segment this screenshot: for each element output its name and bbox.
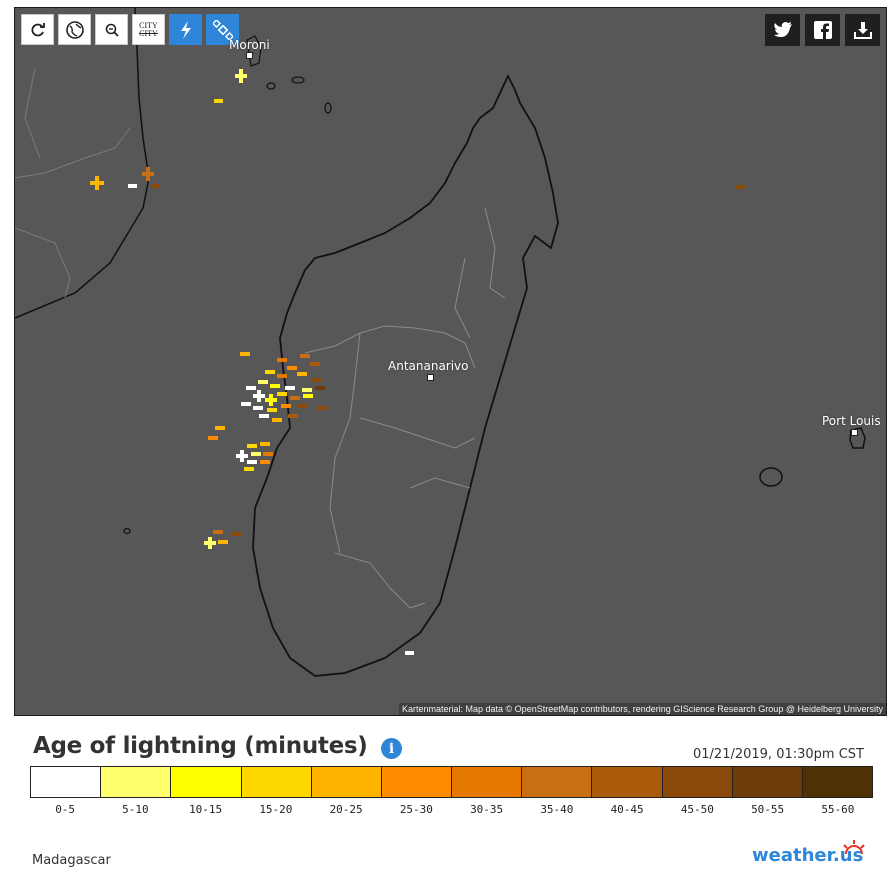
legend-swatch-55-60 — [802, 767, 873, 797]
legend-swatch-5-10 — [101, 767, 172, 797]
city-marker-moroni — [246, 52, 253, 59]
map-toolbar: CITY CITY — [21, 14, 239, 45]
map-attribution: Kartenmaterial: Map data © OpenStreetMap… — [399, 703, 886, 715]
refresh-button[interactable] — [21, 14, 54, 45]
lightning-icon — [180, 20, 191, 39]
legend-label-45-50: 45-50 — [680, 803, 714, 816]
twitter-icon — [773, 22, 792, 37]
legend-label-20-25: 20-25 — [329, 803, 363, 816]
sun-icon — [843, 840, 865, 855]
legend-label-5-10: 5-10 — [122, 803, 149, 816]
zoom-out-button[interactable] — [95, 14, 128, 45]
zoom-out-icon — [105, 23, 119, 37]
legend-swatch-35-40 — [522, 767, 593, 797]
lightning-map[interactable]: CITY CITY Moroni Antananarivo Port Louis… — [14, 7, 887, 716]
weather-us-logo[interactable]: weather.us — [752, 840, 865, 866]
legend-label-25-30: 25-30 — [399, 803, 433, 816]
city-marker-antananarivo — [427, 374, 434, 381]
legend-label-35-40: 35-40 — [540, 803, 574, 816]
info-icon[interactable]: i — [381, 738, 402, 759]
globe-button[interactable] — [58, 14, 91, 45]
city-toggle-button[interactable]: CITY CITY — [132, 14, 165, 45]
lightning-button[interactable] — [169, 14, 202, 45]
city-toggle-bottom: CITY — [139, 28, 158, 38]
legend-swatch-15-20 — [241, 767, 312, 797]
globe-icon — [65, 20, 84, 39]
download-button[interactable] — [845, 14, 880, 46]
legend-label-40-45: 40-45 — [610, 803, 644, 816]
legend-scale-labels: 0-5 5-10 10-15 15-20 20-25 25-30 30-35 35-40 40-… — [30, 803, 873, 816]
city-label-moroni: Moroni — [229, 38, 270, 52]
legend-swatch-0-5 — [31, 767, 102, 797]
legend-title: Age of lightning (minutes) — [33, 733, 368, 759]
legend-swatch-25-30 — [381, 767, 453, 797]
legend-swatch-10-15 — [171, 767, 242, 797]
legend-swatch-20-25 — [311, 767, 382, 797]
legend-label-30-35: 30-35 — [470, 803, 504, 816]
city-label-antananarivo: Antananarivo — [388, 359, 469, 373]
legend-swatch-30-35 — [452, 767, 523, 797]
legend-timestamp: 01/21/2019, 01:30pm CST — [693, 747, 864, 762]
facebook-button[interactable] — [805, 14, 840, 46]
facebook-icon — [813, 21, 832, 39]
download-icon — [853, 22, 872, 39]
legend-label-15-20: 15-20 — [259, 803, 293, 816]
refresh-icon — [30, 22, 45, 36]
region-name: Madagascar — [32, 853, 111, 868]
legend-label-0-5: 0-5 — [55, 803, 76, 816]
legend-label-55-60: 55-60 — [821, 803, 855, 816]
legend-label-50-55: 50-55 — [751, 803, 785, 816]
city-label-port-louis: Port Louis — [822, 414, 881, 428]
city-marker-port-louis — [851, 429, 858, 436]
share-buttons — [765, 14, 880, 46]
legend-swatch-40-45 — [592, 767, 663, 797]
legend-color-scale — [30, 766, 873, 798]
satellite-icon — [212, 19, 233, 40]
legend-swatch-50-55 — [732, 767, 803, 797]
legend-swatch-45-50 — [662, 767, 733, 797]
legend-label-10-15: 10-15 — [189, 803, 223, 816]
twitter-button[interactable] — [765, 14, 800, 46]
